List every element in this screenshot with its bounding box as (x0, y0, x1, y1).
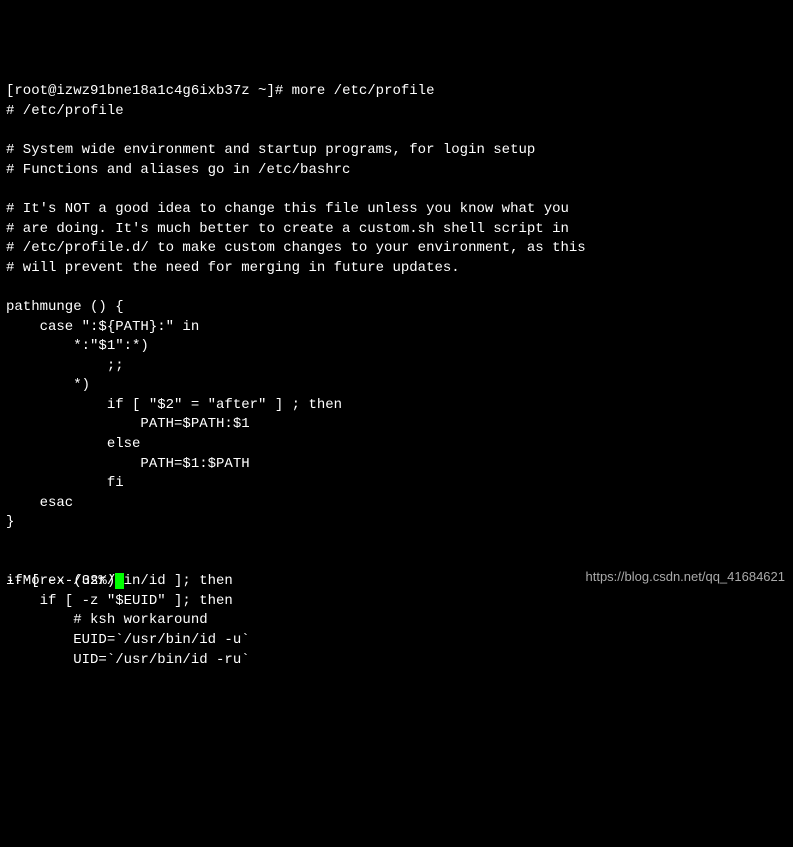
file-line: if [ "$2" = "after" ] ; then (6, 397, 342, 413)
file-line: fi (6, 475, 124, 491)
command-text: more /etc/profile (292, 83, 435, 99)
file-line: # It's NOT a good idea to change this fi… (6, 201, 569, 217)
file-line: *:"$1":*) (6, 338, 149, 354)
file-line: pathmunge () { (6, 299, 124, 315)
file-line: # ksh workaround (6, 612, 208, 628)
file-line: # /etc/profile.d/ to make custom changes… (6, 240, 586, 256)
file-line: EUID=`/usr/bin/id -u` (6, 632, 250, 648)
file-line: # are doing. It's much better to create … (6, 221, 569, 237)
file-line: esac (6, 495, 73, 511)
file-line: # /etc/profile (6, 103, 124, 119)
file-line: else (6, 436, 140, 452)
file-line: UID=`/usr/bin/id -ru` (6, 652, 250, 668)
file-line: # System wide environment and startup pr… (6, 142, 535, 158)
more-indicator: --More--(32%) (6, 573, 115, 589)
watermark-text: https://blog.csdn.net/qq_41684621 (586, 568, 786, 586)
file-line: } (6, 514, 14, 530)
file-line: case ":${PATH}:" in (6, 319, 199, 335)
pager-prompt[interactable]: --More--(32%) (6, 572, 124, 592)
file-line: PATH=$1:$PATH (6, 456, 250, 472)
file-line: # will prevent the need for merging in f… (6, 260, 460, 276)
cursor-icon (115, 573, 124, 589)
shell-prompt: [root@izwz91bne18a1c4g6ixb37z ~]# (6, 83, 292, 99)
file-line: # Functions and aliases go in /etc/bashr… (6, 162, 350, 178)
file-line: if [ -z "$EUID" ]; then (6, 593, 233, 609)
file-line: ;; (6, 358, 124, 374)
file-line: PATH=$PATH:$1 (6, 416, 250, 432)
file-line: *) (6, 377, 90, 393)
